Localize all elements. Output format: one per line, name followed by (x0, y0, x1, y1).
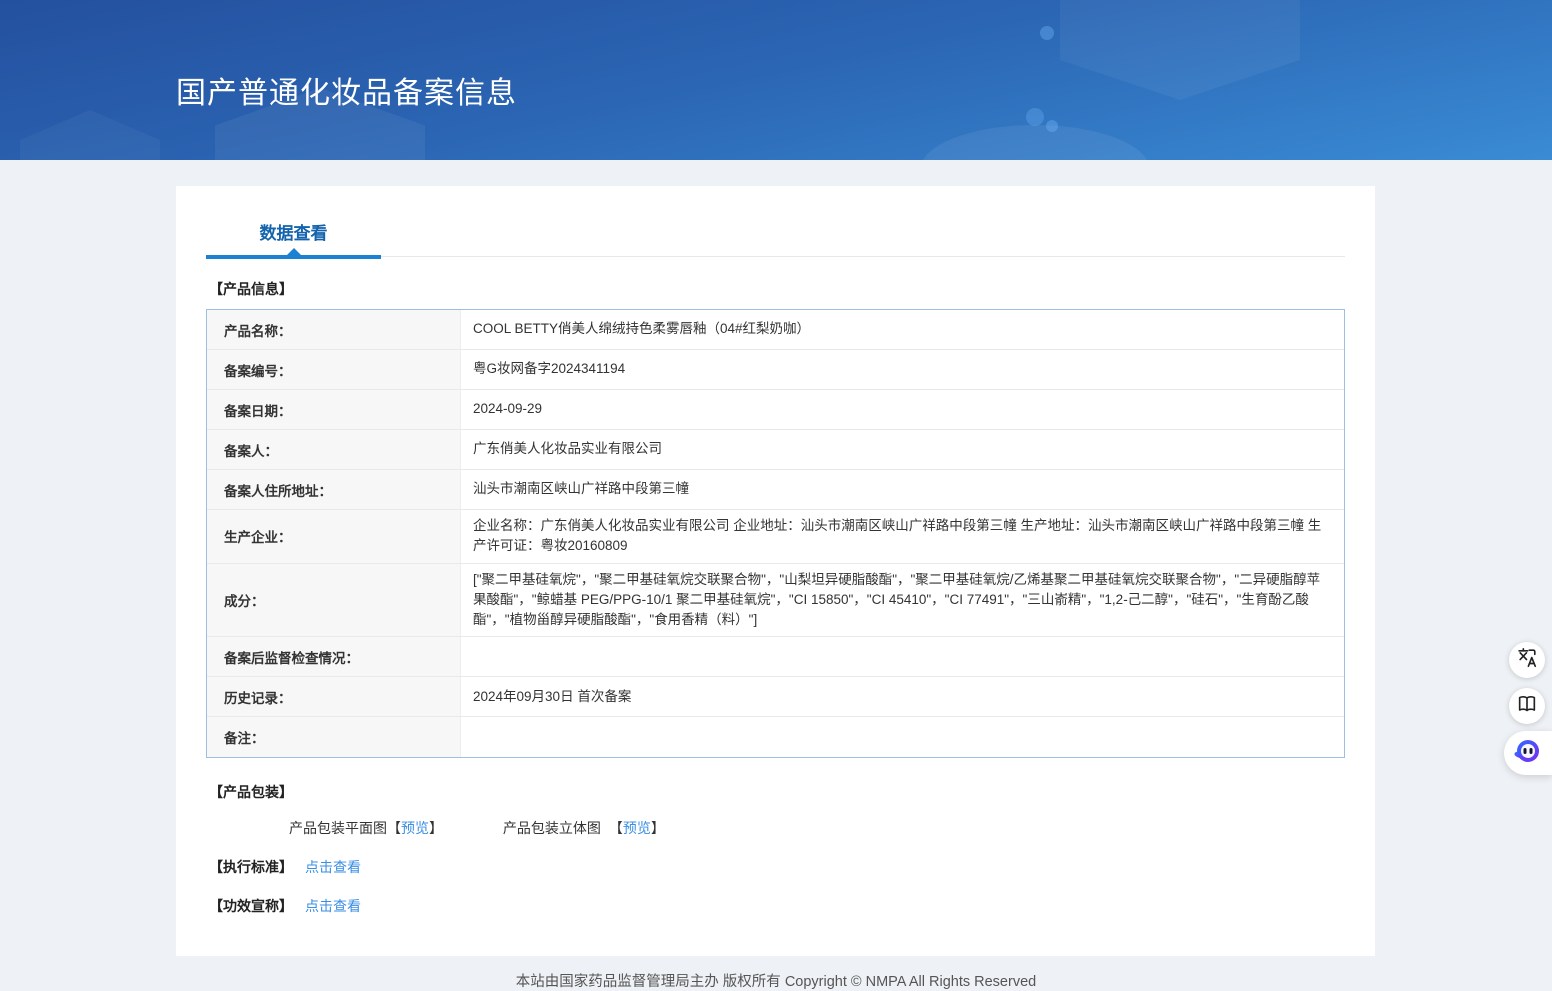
table-row: 备注： (207, 717, 1344, 758)
row-label-history: 历史记录： (207, 677, 461, 717)
table-row: 备案后监督检查情况： (207, 637, 1344, 678)
ai-assistant-icon (1512, 735, 1544, 772)
packaging-flat-label: 产品包装平面图 (289, 820, 387, 837)
content-card: 数据查看 【产品信息】 产品名称： COOL BETTY俏美人绵绒持色柔雾唇釉（… (176, 186, 1375, 957)
table-row: 备案人住所地址： 汕头市潮南区峡山广祥路中段第三幢 (207, 470, 1344, 510)
bracket-open: 【 (387, 820, 401, 837)
row-value-product-name: COOL BETTY俏美人绵绒持色柔雾唇釉（04#红梨奶咖） (473, 321, 811, 337)
tab-bar: 数据查看 (206, 186, 1345, 259)
table-row: 产品名称： COOL BETTY俏美人绵绒持色柔雾唇釉（04#红梨奶咖） (207, 310, 1344, 350)
section-title-packaging: 【产品包装】 (209, 784, 293, 801)
packaging-flat-group: 产品包装平面图【预览】 (289, 818, 443, 838)
dot-decoration (1046, 120, 1058, 132)
row-label-registrant: 备案人： (207, 430, 461, 469)
dot-decoration (1040, 26, 1054, 40)
row-label-record-date: 备案日期： (207, 390, 461, 429)
bracket-close: 】 (650, 820, 665, 837)
row-value-ingredients: ["聚二甲基硅氧烷"，"聚二甲基硅氧烷交联聚合物"，"山梨坦异硬脂酸酯"，"聚二… (473, 571, 1321, 628)
packaging-stereo-group: 产品包装立体图 【预览】 (503, 818, 665, 838)
translate-button[interactable] (1509, 642, 1545, 678)
row-value-supervision (461, 637, 1344, 676)
bracket-open: 【 (608, 820, 623, 837)
row-label-remark: 备注： (207, 717, 461, 758)
efficacy-label: 【功效宣称】 (209, 898, 293, 915)
standards-view-link[interactable]: 点击查看 (305, 859, 361, 875)
row-label-record-number: 备案编号： (207, 350, 461, 389)
footer-copyright: 本站由国家药品监督管理局主办 版权所有 Copyright © NMPA All… (515, 974, 1037, 991)
row-value-remark (461, 717, 1344, 757)
row-label-manufacturer: 生产企业： (207, 510, 461, 563)
row-label-ingredients: 成分： (207, 563, 461, 637)
table-row: 成分： ["聚二甲基硅氧烷"，"聚二甲基硅氧烷交联聚合物"，"山梨坦异硬脂酸酯"… (207, 563, 1344, 638)
table-row: 历史记录： 2024年09月30日 首次备案 (207, 677, 1344, 718)
table-row: 备案日期： 2024-09-29 (207, 390, 1344, 430)
section-title-product-info: 【产品信息】 (209, 281, 293, 297)
row-label-product-name: 产品名称： (207, 310, 461, 349)
header-banner: 国产普通化妆品备案信息 (0, 0, 1552, 160)
reader-button[interactable] (1509, 688, 1545, 724)
efficacy-view-link[interactable]: 点击查看 (305, 898, 361, 914)
table-row: 备案编号： 粤G妆网备字2024341194 (207, 350, 1344, 390)
ai-assistant-button[interactable] (1504, 731, 1552, 775)
row-value-registrant: 广东俏美人化妆品实业有限公司 (473, 441, 662, 457)
packaging-stereo-label: 产品包装立体图 (502, 820, 601, 837)
bracket-close: 】 (429, 820, 443, 837)
row-value-manufacturer: 企业名称：广东俏美人化妆品实业有限公司 企业地址：汕头市潮南区峡山广祥路中段第三… (473, 518, 1322, 554)
book-reader-icon (1516, 693, 1538, 720)
page-title: 国产普通化妆品备案信息 (176, 77, 517, 110)
standards-line: 【执行标准】 点击查看 (206, 857, 1345, 877)
efficacy-line: 【功效宣称】 点击查看 (206, 896, 1345, 916)
row-value-record-number: 粤G妆网备字2024341194 (473, 361, 626, 377)
product-info-table: 产品名称： COOL BETTY俏美人绵绒持色柔雾唇釉（04#红梨奶咖） 备案编… (206, 309, 1345, 759)
hexagon-decoration (20, 110, 160, 160)
table-row: 备案人： 广东俏美人化妆品实业有限公司 (207, 430, 1344, 470)
table-row: 生产企业： 企业名称：广东俏美人化妆品实业有限公司 企业地址：汕头市潮南区峡山广… (207, 510, 1344, 564)
row-label-supervision: 备案后监督检查情况： (207, 637, 461, 677)
dot-decoration (1026, 108, 1044, 126)
standards-label: 【执行标准】 (209, 859, 293, 876)
row-label-registrant-address: 备案人住所地址： (207, 470, 461, 509)
packaging-stereo-preview-link[interactable]: 预览 (623, 820, 651, 836)
hexagon-decoration (1060, 0, 1300, 100)
tab-data-view[interactable]: 数据查看 (206, 219, 381, 259)
ellipse-decoration (920, 125, 1150, 160)
packaging-flat-preview-link[interactable]: 预览 (401, 820, 429, 836)
packaging-preview-line: 产品包装平面图【预览】 产品包装立体图 【预览】 (289, 818, 1345, 838)
row-value-registrant-address: 汕头市潮南区峡山广祥路中段第三幢 (473, 481, 689, 497)
row-value-record-date: 2024-09-29 (473, 401, 543, 417)
row-value-history: 2024年09月30日 首次备案 (473, 688, 632, 704)
translate-icon (1516, 647, 1538, 674)
